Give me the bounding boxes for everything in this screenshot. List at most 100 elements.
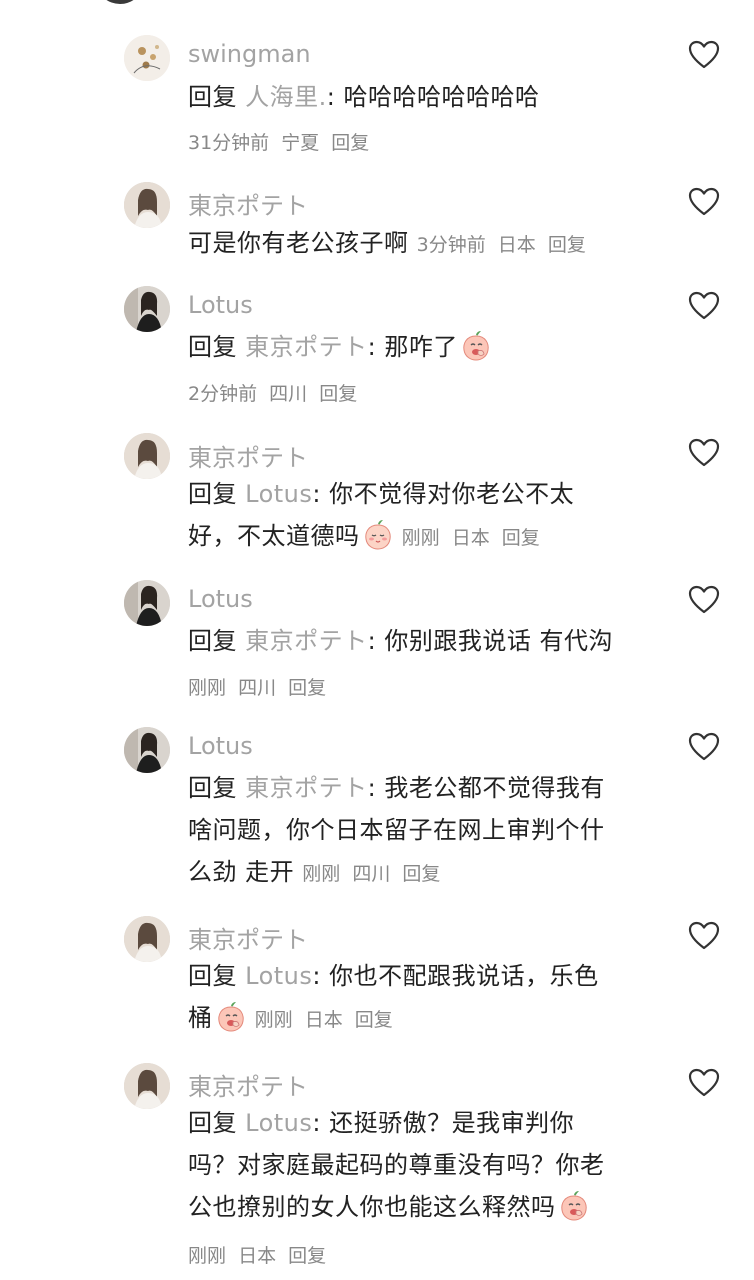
reply-target[interactable]: 人海里. <box>245 83 327 111</box>
comment-text: 回复 人海里.: 哈哈哈哈哈哈哈哈 <box>188 76 640 118</box>
heart-outline-icon[interactable] <box>688 187 720 217</box>
comment-line: 回复 Lotus: 你不觉得对你老公不太 <box>188 473 640 515</box>
comment-line: 吗？对家庭最起码的尊重没有吗？你老 <box>188 1151 605 1179</box>
avatar[interactable] <box>124 35 170 81</box>
reply-prefix: 回复 <box>188 83 237 111</box>
comment-location: 日本 <box>497 234 536 256</box>
comment-location: 日本 <box>304 1009 343 1031</box>
comment-content: : 我老公都不觉得我有 <box>367 774 605 802</box>
avatar[interactable] <box>124 1063 170 1109</box>
avatar[interactable] <box>124 433 170 479</box>
comment-location: 四川 <box>269 383 308 405</box>
reply-button[interactable]: 回复 <box>502 527 540 549</box>
comment-author[interactable]: 東京ポテト <box>188 186 308 221</box>
comment-text: 回复 Lotus: 你不觉得对你老公不太 好，不太道德吗 刚刚 日本 回复 <box>188 473 640 559</box>
reply-target[interactable]: Lotus <box>245 962 312 990</box>
comment-author[interactable]: Lotus <box>188 291 253 319</box>
comment-content: 可是你有老公孩子啊 <box>188 229 409 257</box>
avatar[interactable] <box>124 580 170 626</box>
comment-content: : 你不觉得对你老公不太 <box>312 480 575 508</box>
comment-text: 回复 Lotus: 还挺骄傲？是我审判你 吗？对家庭最起码的尊重没有吗？你老 公… <box>188 1102 658 1228</box>
comment-author[interactable]: swingman <box>188 40 311 68</box>
comment-line: 好，不太道德吗 刚刚 日本 回复 <box>188 515 640 559</box>
comment-line: 么劲 走开 刚刚 四川 回复 <box>188 851 658 895</box>
comment-author[interactable]: 東京ポテト <box>188 438 308 473</box>
reply-button[interactable]: 回复 <box>288 1245 326 1267</box>
comment-meta: 31分钟前 宁夏 回复 <box>188 128 375 155</box>
reply-button[interactable]: 回复 <box>288 677 326 699</box>
reply-prefix: 回复 <box>188 480 237 508</box>
comment-text: 回复 東京ポテト: 那咋了 <box>188 326 640 368</box>
avatar[interactable] <box>124 286 170 332</box>
comment-time: 刚刚 <box>401 527 440 549</box>
reply-target[interactable]: Lotus <box>245 480 312 508</box>
comment-content: : 那咋了 <box>367 333 458 361</box>
comment-author[interactable]: 東京ポテト <box>188 920 308 955</box>
reply-target[interactable]: Lotus <box>245 1109 312 1137</box>
comment-content: : 你别跟我说话 有代沟 <box>367 627 613 655</box>
comment-content: : 还挺骄傲？是我审判你 <box>312 1109 575 1137</box>
heart-outline-icon[interactable] <box>688 921 720 951</box>
comment-time: 2分钟前 <box>188 383 258 405</box>
reply-button[interactable]: 回复 <box>355 1009 393 1031</box>
reply-prefix: 回复 <box>188 627 237 655</box>
comment-meta: 刚刚 四川 回复 <box>188 673 332 700</box>
reply-prefix: 回复 <box>188 1109 237 1137</box>
reply-target[interactable]: 東京ポテト <box>245 627 368 655</box>
previous-comment-avatar[interactable] <box>98 0 142 4</box>
comment-line: 啥问题，你个日本留子在网上审判个什 <box>188 816 605 844</box>
comment-text: 可是你有老公孩子啊 3分钟前 日本 回复 <box>188 222 658 266</box>
comment-content: 公也撩别的女人你也能这么释然吗 <box>188 1193 556 1221</box>
reply-button[interactable]: 回复 <box>548 234 586 256</box>
comment-meta: 刚刚 日本 回复 <box>255 1009 399 1031</box>
reply-target[interactable]: 東京ポテト <box>245 333 368 361</box>
comment-content: 好，不太道德吗 <box>188 522 360 550</box>
avatar[interactable] <box>124 916 170 962</box>
comment-meta: 刚刚 日本 回复 <box>402 527 546 549</box>
reply-button[interactable]: 回复 <box>331 132 369 154</box>
avatar[interactable] <box>124 182 170 228</box>
comment-line: 回复 Lotus: 你也不配跟我说话，乐色 <box>188 955 640 997</box>
reply-prefix: 回复 <box>188 962 237 990</box>
comment-location: 宁夏 <box>281 132 320 154</box>
heart-outline-icon[interactable] <box>688 732 720 762</box>
heart-outline-icon[interactable] <box>688 1068 720 1098</box>
comment-time: 刚刚 <box>188 677 227 699</box>
peach-mocking-emoji <box>463 331 489 361</box>
blushing-emoji <box>364 520 391 550</box>
comment-meta: 3分钟前 日本 回复 <box>417 234 592 256</box>
peach-mocking-emoji <box>560 1191 587 1221</box>
comment-time: 刚刚 <box>302 863 341 885</box>
comment-line: 公也撩别的女人你也能这么释然吗 <box>188 1186 658 1228</box>
comment-meta: 刚刚 四川 回复 <box>302 863 446 885</box>
heart-outline-icon[interactable] <box>688 291 720 321</box>
comment-meta: 刚刚 日本 回复 <box>188 1241 332 1268</box>
comment-time: 3分钟前 <box>416 234 486 256</box>
comment-text: 回复 Lotus: 你也不配跟我说话，乐色 桶 刚刚 日本 回复 <box>188 955 640 1041</box>
comment-text: 回复 東京ポテト: 你别跟我说话 有代沟 <box>188 620 640 662</box>
avatar[interactable] <box>124 727 170 773</box>
reply-button[interactable]: 回复 <box>319 383 357 405</box>
heart-outline-icon[interactable] <box>688 438 720 468</box>
comment-location: 四川 <box>238 677 277 699</box>
heart-outline-icon[interactable] <box>688 40 720 70</box>
reply-prefix: 回复 <box>188 774 237 802</box>
comment-content: 桶 <box>188 1004 213 1032</box>
comment-content: 么劲 走开 <box>188 858 295 886</box>
comment-content: : 你也不配跟我说话，乐色 <box>312 962 599 990</box>
comment-author[interactable]: Lotus <box>188 732 253 760</box>
peach-mocking-emoji <box>217 1002 244 1032</box>
reply-prefix: 回复 <box>188 333 237 361</box>
comment-author[interactable]: 東京ポテト <box>188 1067 308 1102</box>
comment-time: 31分钟前 <box>188 132 270 154</box>
comment-time: 刚刚 <box>254 1009 293 1031</box>
reply-button[interactable]: 回复 <box>402 863 440 885</box>
heart-outline-icon[interactable] <box>688 585 720 615</box>
comment-author[interactable]: Lotus <box>188 585 253 613</box>
comment-meta: 2分钟前 四川 回复 <box>188 379 363 406</box>
comment-text: 回复 東京ポテト: 我老公都不觉得我有 啥问题，你个日本留子在网上审判个什 么劲… <box>188 767 658 895</box>
comment-location: 日本 <box>451 527 490 549</box>
comment-content: : 哈哈哈哈哈哈哈哈 <box>326 83 540 111</box>
reply-target[interactable]: 東京ポテト <box>245 774 368 802</box>
comment-line: 桶 刚刚 日本 回复 <box>188 997 640 1041</box>
